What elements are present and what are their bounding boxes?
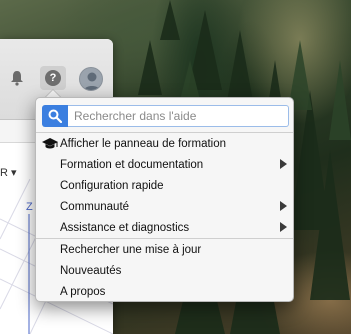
z-axis-label: Z (26, 201, 33, 213)
menu-item-whats-new[interactable]: Nouveautés (36, 260, 293, 281)
menu-item-label: Configuration rapide (60, 179, 164, 192)
submenu-arrow-icon (280, 201, 287, 211)
user-account-button[interactable] (78, 66, 104, 92)
search-button[interactable] (42, 105, 68, 127)
help-icon: ? (45, 70, 61, 86)
help-search-input[interactable] (68, 105, 289, 127)
menu-item-training-docs[interactable]: Formation et documentation (36, 154, 293, 175)
bell-icon (11, 71, 23, 86)
graduation-cap-icon (42, 138, 58, 149)
search-icon (48, 109, 62, 123)
menu-item-community[interactable]: Communauté (36, 196, 293, 217)
menu-item-quick-setup[interactable]: Configuration rapide (36, 175, 293, 196)
notifications-button[interactable] (6, 67, 28, 89)
menu-item-label: Rechercher une mise à jour (60, 243, 202, 256)
menu-item-about[interactable]: A propos (36, 281, 293, 302)
submenu-arrow-icon (280, 159, 287, 169)
menu-item-show-training-panel[interactable]: Afficher le panneau de formation (36, 133, 293, 154)
menu-item-label: A propos (60, 285, 106, 298)
help-search (42, 105, 289, 127)
view-dropdown[interactable]: R ▾ (0, 166, 17, 179)
help-menu: Afficher le panneau de formation Formati… (35, 97, 294, 302)
menu-item-label: Assistance et diagnostics (60, 221, 190, 234)
menu-item-label: Nouveautés (60, 264, 122, 277)
menu-item-label: Afficher le panneau de formation (60, 137, 227, 150)
user-avatar-icon (79, 67, 103, 91)
menu-item-support-diagnostics[interactable]: Assistance et diagnostics (36, 217, 293, 238)
menu-item-check-updates[interactable]: Rechercher une mise à jour (36, 239, 293, 260)
menu-item-label: Formation et documentation (60, 158, 204, 171)
menu-item-label: Communauté (60, 200, 130, 213)
submenu-arrow-icon (280, 222, 287, 232)
help-button[interactable]: ? (40, 66, 66, 90)
